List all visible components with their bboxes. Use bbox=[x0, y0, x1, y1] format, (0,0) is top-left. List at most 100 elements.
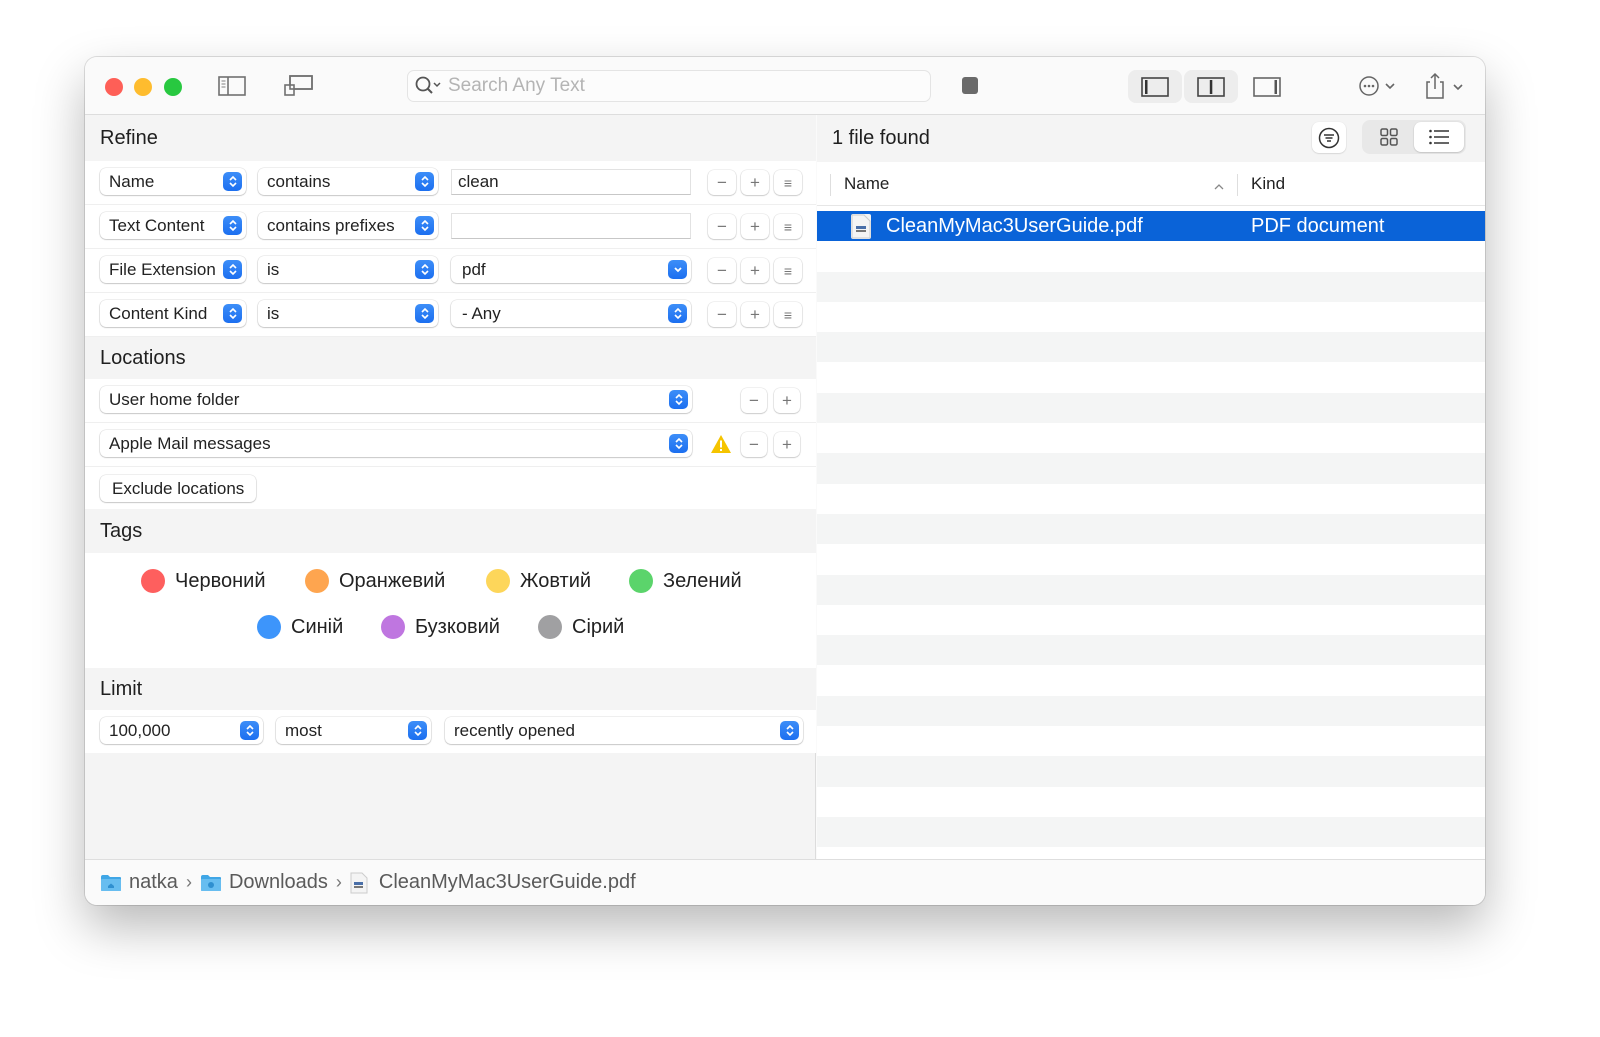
floating-window-icon[interactable] bbox=[284, 74, 314, 98]
field-popup[interactable]: Content Kind bbox=[100, 300, 246, 327]
exclude-locations-button[interactable]: Exclude locations bbox=[100, 475, 257, 502]
path-crumb-home[interactable]: natka bbox=[100, 871, 178, 894]
tag-yellow[interactable]: Жовтий bbox=[486, 569, 591, 593]
refine-row: Text Content contains prefixes − + ≡ bbox=[85, 205, 816, 249]
path-crumb-downloads[interactable]: Downloads bbox=[200, 871, 328, 894]
remove-location-button[interactable]: − bbox=[741, 388, 767, 413]
results-list: CleanMyMac3UserGuide.pdf PDF document bbox=[817, 211, 1485, 848]
zoom-window-button[interactable] bbox=[164, 78, 182, 96]
tag-color-dot bbox=[538, 615, 562, 639]
operator-popup[interactable]: contains bbox=[258, 168, 438, 195]
tag-label: Бузковий bbox=[415, 615, 500, 638]
column-header-kind[interactable]: Kind bbox=[1251, 162, 1285, 206]
stop-icon[interactable] bbox=[962, 77, 978, 94]
add-location-button[interactable]: + bbox=[774, 388, 800, 413]
empty-row bbox=[817, 787, 1485, 817]
content-kind-popup[interactable]: - Any bbox=[451, 300, 691, 327]
tag-label: Оранжевий bbox=[339, 569, 446, 592]
search-icon[interactable] bbox=[414, 75, 444, 97]
remove-row-button[interactable]: − bbox=[708, 302, 736, 327]
crumb-label: CleanMyMac3UserGuide.pdf bbox=[378, 871, 636, 893]
remove-row-button[interactable]: − bbox=[708, 214, 736, 239]
share-button[interactable] bbox=[1423, 71, 1467, 101]
layout-right-button[interactable] bbox=[1240, 70, 1294, 103]
sort-ascending-icon bbox=[1213, 177, 1225, 197]
remove-row-button[interactable]: − bbox=[708, 258, 736, 283]
refine-row: File Extension is pdf − + ≡ bbox=[85, 249, 816, 293]
tag-label: Зелений bbox=[663, 569, 742, 592]
operator-popup[interactable]: contains prefixes bbox=[258, 212, 438, 239]
chevron-down-icon[interactable] bbox=[668, 260, 687, 279]
location-popup[interactable]: User home folder bbox=[100, 386, 692, 413]
row-options-button[interactable]: ≡ bbox=[774, 170, 802, 195]
tag-green[interactable]: Зелений bbox=[629, 569, 742, 593]
empty-row bbox=[817, 484, 1485, 514]
tag-red[interactable]: Червоний bbox=[141, 569, 266, 593]
stepper-icon bbox=[240, 721, 259, 740]
empty-row bbox=[817, 635, 1485, 666]
field-popup[interactable]: Text Content bbox=[100, 212, 246, 239]
file-kind: PDF document bbox=[1251, 215, 1385, 237]
row-options-button[interactable]: ≡ bbox=[774, 302, 802, 327]
plus-icon: + bbox=[782, 434, 792, 454]
minimize-window-button[interactable] bbox=[134, 78, 152, 96]
operator-popup[interactable]: is bbox=[258, 300, 438, 327]
add-row-button[interactable]: + bbox=[741, 170, 769, 195]
location-popup[interactable]: Apple Mail messages bbox=[100, 430, 692, 457]
toolbar: Search Any Text bbox=[85, 57, 1485, 115]
add-location-button[interactable]: + bbox=[774, 432, 800, 457]
empty-row bbox=[817, 302, 1485, 332]
grid-view-button[interactable] bbox=[1364, 122, 1414, 152]
more-icon bbox=[1359, 76, 1395, 96]
layout-center-button[interactable] bbox=[1184, 70, 1238, 103]
add-row-button[interactable]: + bbox=[741, 302, 769, 327]
exclude-row: Exclude locations bbox=[85, 467, 816, 509]
remove-location-button[interactable]: − bbox=[741, 432, 767, 457]
field-popup[interactable]: File Extension bbox=[100, 256, 246, 283]
limit-order-popup[interactable]: most bbox=[276, 717, 431, 744]
location-value: User home folder bbox=[109, 390, 240, 409]
table-row[interactable]: CleanMyMac3UserGuide.pdf PDF document bbox=[817, 211, 1485, 242]
limit-criterion-popup[interactable]: recently opened bbox=[445, 717, 803, 744]
search-field[interactable]: Search Any Text bbox=[407, 70, 931, 102]
minus-icon: − bbox=[749, 434, 759, 454]
view-mode-control bbox=[1362, 120, 1466, 154]
sidebar-icon[interactable] bbox=[217, 74, 247, 98]
limit-count-popup[interactable]: 100,000 bbox=[100, 717, 263, 744]
list-icon bbox=[1429, 129, 1449, 145]
tag-purple[interactable]: Бузковий bbox=[381, 615, 500, 639]
plus-icon: + bbox=[750, 260, 760, 280]
add-row-button[interactable]: + bbox=[741, 258, 769, 283]
location-row: Apple Mail messages − + bbox=[85, 423, 816, 467]
list-view-button[interactable] bbox=[1414, 122, 1464, 152]
empty-row bbox=[817, 605, 1485, 635]
tag-blue[interactable]: Синій bbox=[257, 615, 343, 639]
tag-label: Сірий bbox=[572, 615, 625, 638]
results-header: 1 file found bbox=[817, 115, 1485, 162]
tag-color-dot bbox=[629, 569, 653, 593]
layout-left-button[interactable] bbox=[1128, 70, 1182, 103]
empty-row bbox=[817, 271, 1485, 302]
options-icon: ≡ bbox=[783, 262, 793, 279]
tag-orange[interactable]: Оранжевий bbox=[305, 569, 445, 593]
extension-combo[interactable]: pdf bbox=[451, 256, 691, 283]
field-popup[interactable]: Name bbox=[100, 168, 246, 195]
text-content-input[interactable] bbox=[451, 213, 691, 239]
warning-icon[interactable] bbox=[710, 434, 732, 459]
add-row-button[interactable]: + bbox=[741, 214, 769, 239]
close-window-button[interactable] bbox=[105, 78, 123, 96]
remove-row-button[interactable]: − bbox=[708, 170, 736, 195]
stepper-icon bbox=[415, 216, 434, 235]
path-crumb-file[interactable]: CleanMyMac3UserGuide.pdf bbox=[350, 871, 636, 894]
minus-icon: − bbox=[717, 172, 727, 192]
more-actions-button[interactable] bbox=[1357, 73, 1401, 99]
column-header-name[interactable]: Name bbox=[844, 162, 889, 206]
name-value-input[interactable]: clean bbox=[451, 169, 691, 195]
row-options-button[interactable]: ≡ bbox=[774, 214, 802, 239]
filter-button[interactable] bbox=[1312, 122, 1346, 153]
tag-gray[interactable]: Сірий bbox=[538, 615, 624, 639]
row-options-button[interactable]: ≡ bbox=[774, 258, 802, 283]
stepper-icon bbox=[223, 172, 242, 191]
operator-popup[interactable]: is bbox=[258, 256, 438, 283]
column-divider[interactable] bbox=[1237, 174, 1238, 196]
